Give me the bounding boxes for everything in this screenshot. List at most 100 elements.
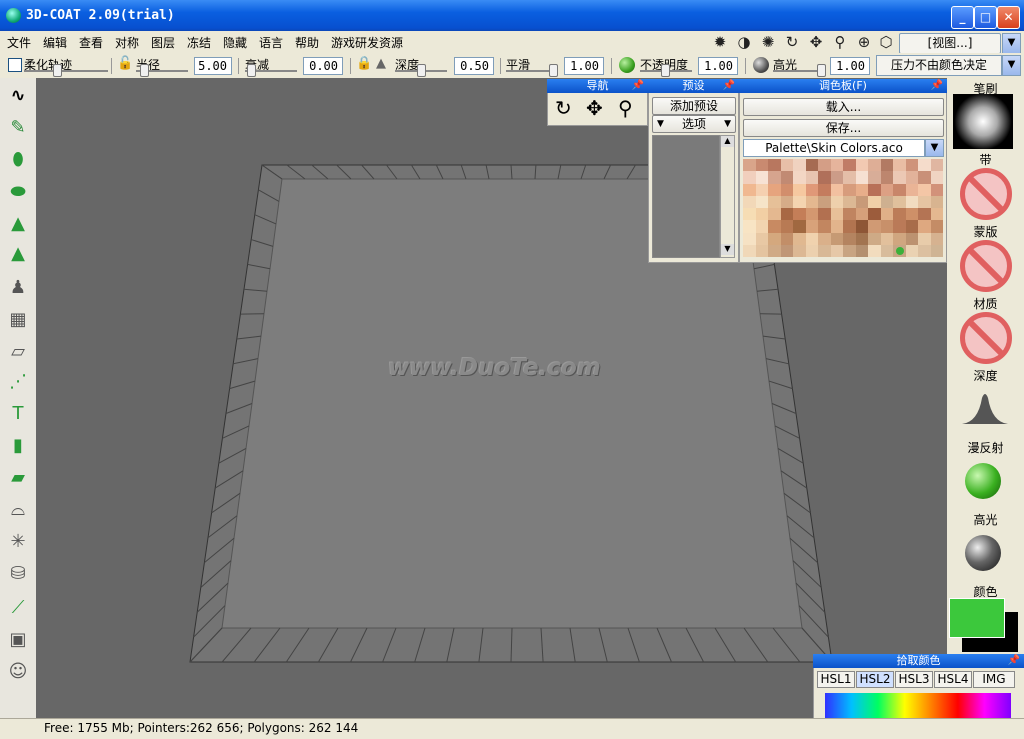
brush-preview[interactable] xyxy=(953,94,1013,149)
view-dropdown[interactable]: [视图...] xyxy=(899,33,1001,54)
palette-swatch[interactable] xyxy=(831,245,844,257)
palette-swatch[interactable] xyxy=(893,159,906,171)
palette-swatch[interactable] xyxy=(931,196,944,208)
zoom-icon[interactable]: ⚲ xyxy=(832,34,848,50)
current-color-swatch[interactable] xyxy=(949,598,1005,638)
scroll-up-icon[interactable]: ▲ xyxy=(721,136,734,147)
palette-swatch[interactable] xyxy=(906,245,919,257)
palette-load-button[interactable]: 载入... xyxy=(743,98,944,116)
palette-swatch[interactable] xyxy=(793,159,806,171)
palette-swatch[interactable] xyxy=(743,208,756,220)
diffuse-sphere-icon[interactable] xyxy=(965,463,1001,499)
palette-swatch[interactable] xyxy=(856,220,869,232)
gloss-knob[interactable] xyxy=(817,64,826,77)
palette-swatch[interactable] xyxy=(768,220,781,232)
palette-swatch[interactable] xyxy=(931,220,944,232)
band-none-icon[interactable] xyxy=(960,168,1012,220)
pen-tool-icon[interactable]: ⟋ xyxy=(5,594,31,622)
palette-swatch[interactable] xyxy=(918,233,931,245)
palette-swatch[interactable] xyxy=(806,196,819,208)
curve-tool-icon[interactable]: ⋰ xyxy=(5,368,31,396)
close-button[interactable]: ✕ xyxy=(997,6,1020,29)
palette-swatch[interactable] xyxy=(868,196,881,208)
palette-swatch[interactable] xyxy=(868,233,881,245)
palette-swatch[interactable] xyxy=(881,171,894,183)
palette-swatch[interactable] xyxy=(856,233,869,245)
palette-swatch[interactable] xyxy=(881,208,894,220)
pin-icon[interactable]: 📌 xyxy=(931,79,943,93)
palette-swatch[interactable] xyxy=(818,208,831,220)
cone-alt-tool-icon[interactable]: ▲ xyxy=(5,240,31,268)
pressure-dropdown[interactable]: 压力不由颜色决定 xyxy=(876,55,1002,76)
palette-swatch[interactable] xyxy=(806,220,819,232)
palette-swatch[interactable] xyxy=(743,171,756,183)
palette-swatch[interactable] xyxy=(793,233,806,245)
palette-swatch[interactable] xyxy=(906,220,919,232)
palette-swatch[interactable] xyxy=(768,208,781,220)
palette-swatch[interactable] xyxy=(743,233,756,245)
palette-swatch[interactable] xyxy=(931,159,944,171)
palette-swatch[interactable] xyxy=(906,171,919,183)
palette-file-dropdown[interactable]: Palette\Skin Colors.aco xyxy=(743,139,925,157)
palette-swatch[interactable] xyxy=(843,171,856,183)
palette-swatch[interactable] xyxy=(868,208,881,220)
chevron-down-icon[interactable]: ▼ xyxy=(925,139,944,157)
scroll-down-icon[interactable]: ▼ xyxy=(721,244,734,255)
tab-hsl4[interactable]: HSL4 xyxy=(934,671,972,688)
palette-swatch[interactable] xyxy=(768,196,781,208)
star-tool-icon[interactable]: ✳ xyxy=(5,528,31,556)
palette-swatch[interactable] xyxy=(906,159,919,171)
palette-swatch-grid[interactable] xyxy=(743,159,943,257)
radius-knob[interactable] xyxy=(140,64,149,77)
opacity-knob[interactable] xyxy=(661,64,670,77)
palette-swatch[interactable] xyxy=(756,233,769,245)
palette-swatch[interactable] xyxy=(868,220,881,232)
palette-swatch[interactable] xyxy=(781,245,794,257)
stamp-tool-icon[interactable]: ♟ xyxy=(5,274,31,302)
palette-swatch[interactable] xyxy=(743,220,756,232)
palette-swatch[interactable] xyxy=(843,196,856,208)
move-icon[interactable]: ✥ xyxy=(586,96,603,120)
rotate-icon[interactable]: ↻ xyxy=(555,96,572,120)
brush-tool-icon[interactable]: ✎ xyxy=(5,114,31,142)
tab-hsl1[interactable]: HSL1 xyxy=(817,671,855,688)
menu-file[interactable]: 文件 xyxy=(7,34,31,51)
palette-swatch[interactable] xyxy=(743,245,756,257)
palette-swatch[interactable] xyxy=(843,233,856,245)
preset-list[interactable] xyxy=(652,135,720,258)
tab-hsl3[interactable]: HSL3 xyxy=(895,671,933,688)
palette-swatch[interactable] xyxy=(893,208,906,220)
palette-swatch[interactable] xyxy=(931,184,944,196)
palette-swatch[interactable] xyxy=(856,171,869,183)
palette-swatch[interactable] xyxy=(756,245,769,257)
chevron-down-icon[interactable]: ▼ xyxy=(1002,33,1021,54)
menu-layers[interactable]: 图层 xyxy=(151,34,175,51)
palette-swatch[interactable] xyxy=(793,184,806,196)
palette-swatch[interactable] xyxy=(918,245,931,257)
add-preset-button[interactable]: 添加预设 xyxy=(652,97,736,115)
palette-swatch[interactable] xyxy=(918,184,931,196)
palette-swatch[interactable] xyxy=(768,171,781,183)
pin-icon[interactable]: 📌 xyxy=(632,79,644,93)
palette-swatch[interactable] xyxy=(781,208,794,220)
palette-swatch[interactable] xyxy=(881,220,894,232)
palette-swatch[interactable] xyxy=(893,196,906,208)
palette-swatch[interactable] xyxy=(831,220,844,232)
palette-swatch[interactable] xyxy=(856,196,869,208)
palette-swatch[interactable] xyxy=(806,159,819,171)
palette-swatch[interactable] xyxy=(931,245,944,257)
palette-swatch[interactable] xyxy=(793,171,806,183)
palette-swatch[interactable] xyxy=(793,196,806,208)
light-icon[interactable]: ✺ xyxy=(760,34,776,50)
depth-knob[interactable] xyxy=(417,64,426,77)
palette-swatch[interactable] xyxy=(893,233,906,245)
text-tool-icon[interactable]: T xyxy=(5,400,31,428)
maximize-button[interactable]: □ xyxy=(974,6,997,29)
gloss-value[interactable]: 1.00 xyxy=(830,57,870,75)
palette-swatch[interactable] xyxy=(818,233,831,245)
palette-swatch[interactable] xyxy=(931,208,944,220)
palette-swatch[interactable] xyxy=(881,245,894,257)
hat-tool-icon[interactable]: ⌓ xyxy=(5,496,31,524)
palette-swatch[interactable] xyxy=(843,159,856,171)
palette-swatch[interactable] xyxy=(756,184,769,196)
